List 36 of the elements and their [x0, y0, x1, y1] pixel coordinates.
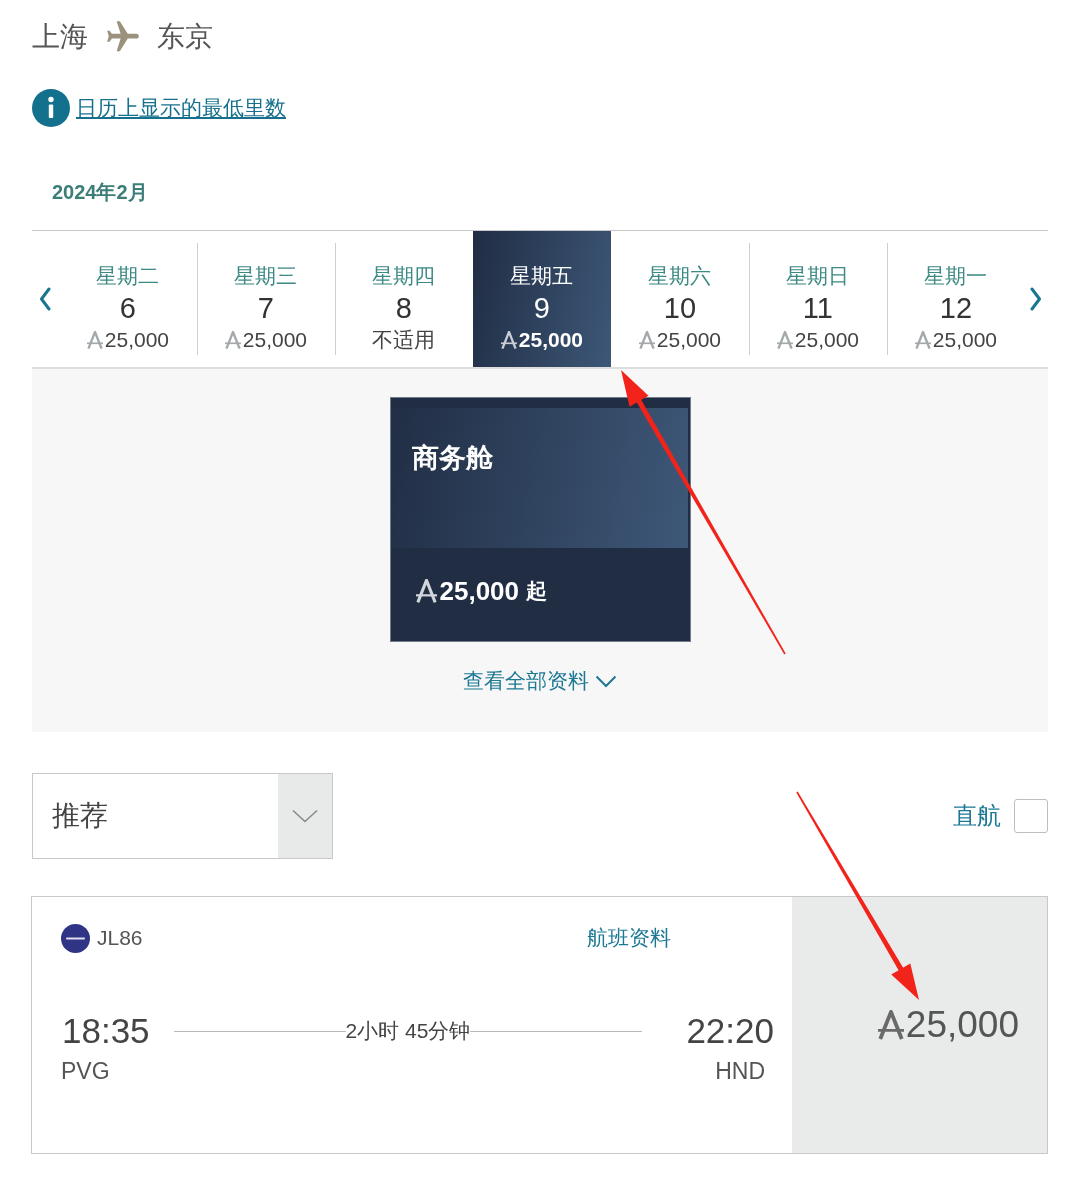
departure-time: 18:35 — [62, 1011, 150, 1051]
info-link[interactable]: 日历上显示的最低里数 — [76, 94, 286, 122]
flight-number: JL86 — [97, 925, 143, 951]
month-label: 2024年2月 — [51, 180, 149, 204]
arrival-time: 22:20 — [686, 1011, 774, 1051]
destination-city: 东京 — [157, 20, 213, 54]
cabin-price: 25,000 — [439, 575, 520, 607]
flight-card[interactable]: JL86 航班资料 18:35 PVG 2小时 45分钟 22:20 HND 25,000 — [31, 896, 1048, 1154]
currency-sign-icon — [638, 331, 655, 349]
chevron-left-icon[interactable] — [39, 287, 52, 311]
currency-sign-icon — [224, 331, 241, 349]
chevron-right-icon[interactable] — [1030, 287, 1043, 311]
arrival-airport: HND — [714, 1057, 766, 1085]
price-suffix: 起 — [526, 578, 548, 604]
date-tab[interactable]: 星期五 9 25,000 — [472, 231, 611, 367]
flight-price: 25,000 — [905, 1004, 1019, 1046]
flight-duration: 2小时 45分钟 — [345, 1018, 471, 1044]
cabin-card[interactable]: 商务舱 25,000 起 — [389, 397, 691, 642]
cabin-name: 商务舱 — [411, 442, 494, 474]
sort-dropdown[interactable]: 推荐 — [32, 773, 333, 859]
info-icon[interactable] — [32, 89, 70, 127]
nonstop-checkbox[interactable] — [1014, 799, 1048, 833]
currency-sign-icon — [415, 579, 437, 603]
logo-icon — [61, 923, 90, 953]
details-link[interactable]: 查看全部资料 — [463, 668, 617, 694]
origin-city: 上海 — [32, 20, 88, 54]
currency-sign-icon — [86, 331, 103, 349]
currency-sign-icon — [914, 331, 931, 349]
departure-airport: PVG — [61, 1057, 111, 1085]
currency-sign-icon — [877, 1010, 904, 1040]
chevron-down-icon — [292, 809, 318, 823]
currency-sign-icon — [500, 331, 517, 349]
flight-details-link[interactable]: 航班资料 — [587, 925, 671, 951]
nonstop-label[interactable]: 直航 — [953, 801, 1001, 831]
chevron-down-icon — [595, 674, 617, 688]
currency-sign-icon — [776, 331, 793, 349]
